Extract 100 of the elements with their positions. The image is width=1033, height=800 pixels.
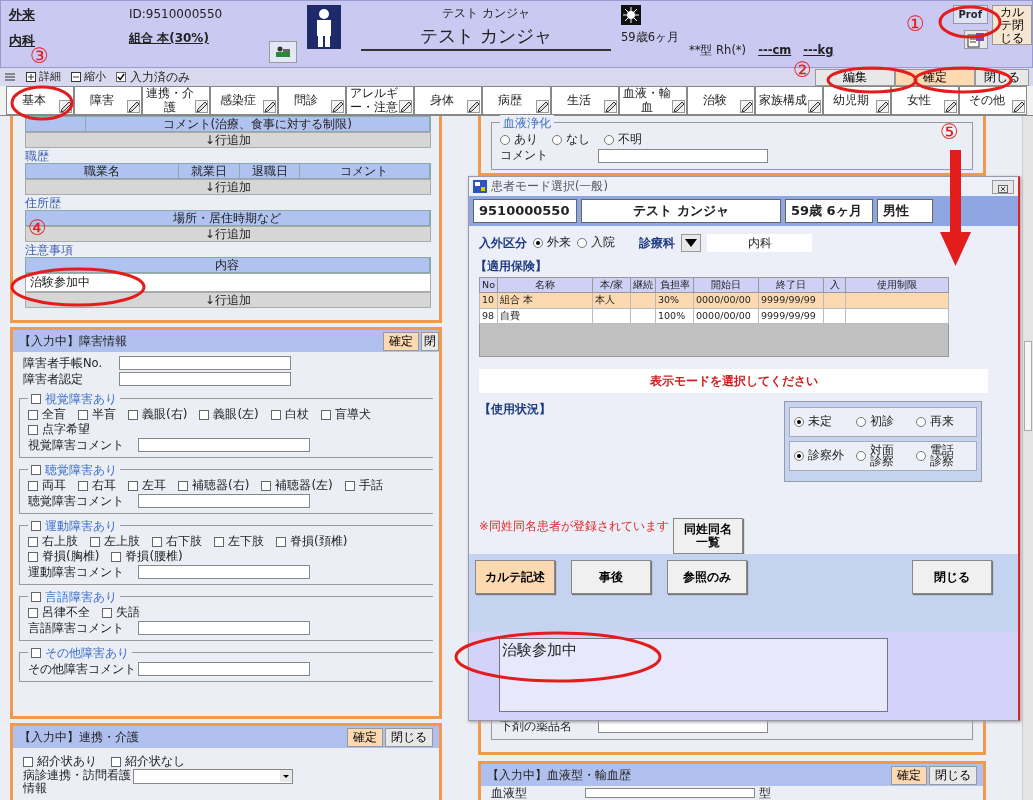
scrollbar[interactable] — [1021, 116, 1033, 800]
input-field[interactable] — [138, 621, 310, 635]
message-banner: 表示モードを選択してください — [479, 369, 988, 393]
close-chart-button[interactable]: カルテ閉じる — [992, 5, 1032, 45]
panel-title: 【入力中】障害情報 — [19, 333, 127, 350]
same-name-list-button[interactable]: 同姓同名一覧 — [672, 518, 743, 554]
tab[interactable]: 連携・介護 — [142, 86, 211, 115]
checkbox-label: 脊損(腰椎) — [125, 549, 183, 564]
checkbox[interactable] — [270, 409, 281, 420]
checkbox[interactable] — [116, 72, 126, 82]
tab[interactable]: 感染症 — [210, 86, 279, 115]
action-button[interactable]: 閉じる — [928, 765, 977, 785]
input-field[interactable] — [138, 662, 310, 676]
tab[interactable]: 障害 — [74, 86, 143, 115]
column-header: 就業日 — [179, 164, 240, 178]
action-button[interactable]: 確定 — [382, 331, 419, 351]
checkbox[interactable] — [78, 480, 88, 491]
radio-button[interactable] — [577, 237, 587, 248]
dropdown-button[interactable] — [681, 233, 701, 252]
action-button[interactable]: 確定 — [346, 727, 383, 747]
checkbox[interactable] — [344, 480, 355, 491]
radio-button[interactable] — [916, 451, 926, 461]
input-field[interactable] — [138, 565, 310, 579]
checkbox[interactable] — [31, 521, 41, 531]
radio-button[interactable] — [794, 451, 804, 461]
radio-button[interactable] — [856, 451, 866, 461]
radio-button[interactable] — [603, 134, 614, 145]
field-label: 視覚障害コメント — [28, 437, 125, 453]
close-button[interactable] — [992, 179, 1014, 194]
action-button[interactable]: カルテ記述 — [475, 560, 555, 594]
input-field[interactable] — [138, 438, 310, 452]
pencil-icon — [875, 100, 889, 113]
add-row-button[interactable]: ↓行追加 — [25, 179, 431, 195]
expand-label[interactable]: 詳細 — [39, 68, 61, 86]
memo-field[interactable]: 治験参加中 — [499, 638, 888, 712]
checkbox[interactable] — [28, 551, 38, 562]
checkbox[interactable] — [90, 536, 100, 547]
checkbox[interactable] — [31, 592, 41, 602]
radio-button[interactable] — [794, 417, 804, 427]
group-title: 聴覚障害あり — [45, 462, 117, 478]
patient-field: テスト カンジャ — [581, 199, 781, 223]
pencil-icon — [1011, 100, 1025, 113]
checkbox[interactable] — [261, 480, 272, 491]
bed-button[interactable] — [269, 41, 297, 63]
checkbox[interactable] — [214, 536, 224, 547]
checkbox[interactable] — [28, 424, 38, 435]
action-button[interactable]: 閉じる — [384, 727, 433, 747]
checkbox[interactable] — [31, 648, 41, 658]
select-field[interactable] — [133, 769, 293, 784]
checkbox[interactable] — [111, 551, 122, 562]
blood-type: **型 Rh(*) — [688, 41, 747, 59]
input-field[interactable] — [597, 148, 768, 163]
checkbox[interactable] — [276, 536, 286, 547]
checkbox[interactable] — [28, 409, 38, 420]
checkbox[interactable] — [31, 394, 41, 404]
column-header: 使用制限 — [845, 277, 949, 293]
tab[interactable]: 問診 — [278, 86, 347, 115]
radio-label: 入院 — [591, 235, 615, 251]
checkbox[interactable] — [31, 465, 41, 475]
checkbox[interactable] — [102, 607, 112, 618]
input-field[interactable] — [119, 372, 291, 386]
radio-button[interactable] — [916, 417, 926, 427]
checkbox[interactable] — [152, 536, 162, 547]
notice-text: ※同姓同名患者が登録されています — [479, 518, 669, 535]
tab[interactable]: 生活 — [550, 86, 619, 115]
add-row-button[interactable]: ↓行追加 — [25, 132, 431, 148]
input-field[interactable] — [584, 788, 755, 798]
action-button[interactable]: 確定 — [890, 765, 927, 785]
radio-button[interactable] — [856, 417, 866, 427]
checkbox[interactable] — [128, 409, 138, 420]
action-button[interactable]: 閉 — [420, 331, 439, 351]
tab[interactable]: 家族構成 — [754, 86, 823, 115]
collapse-label[interactable]: 縮小 — [84, 68, 106, 86]
add-row-button[interactable]: ↓行追加 — [25, 292, 431, 308]
checkbox[interactable] — [111, 756, 121, 767]
annotation-number: ① — [906, 14, 925, 35]
tab[interactable]: 身体 — [414, 86, 483, 115]
radio-button[interactable] — [499, 134, 510, 145]
checkbox[interactable] — [78, 409, 88, 420]
scroll-thumb[interactable] — [1023, 341, 1032, 431]
checkbox[interactable] — [28, 480, 38, 491]
action-button[interactable]: 参照のみ — [667, 560, 747, 594]
tab[interactable]: アレルギー・注意 — [346, 86, 415, 115]
action-button[interactable]: 閉じる — [912, 560, 992, 594]
department-field[interactable]: 内科 — [707, 233, 812, 252]
radio-button[interactable] — [551, 134, 562, 145]
checkbox[interactable] — [199, 409, 210, 420]
checkbox[interactable] — [28, 536, 38, 547]
checkbox[interactable] — [320, 409, 331, 420]
input-field[interactable] — [119, 356, 291, 370]
input-field[interactable] — [138, 494, 310, 508]
checkbox[interactable] — [128, 480, 138, 491]
checkbox[interactable] — [28, 607, 38, 618]
tab[interactable]: 病歴 — [482, 86, 551, 115]
tab[interactable]: 血液・輸血 — [618, 86, 687, 115]
checkbox[interactable] — [23, 756, 33, 767]
checkbox[interactable] — [178, 480, 188, 491]
radio-button[interactable] — [533, 237, 543, 248]
action-button[interactable]: 事後 — [571, 560, 651, 594]
tab[interactable]: 治験 — [686, 86, 755, 115]
